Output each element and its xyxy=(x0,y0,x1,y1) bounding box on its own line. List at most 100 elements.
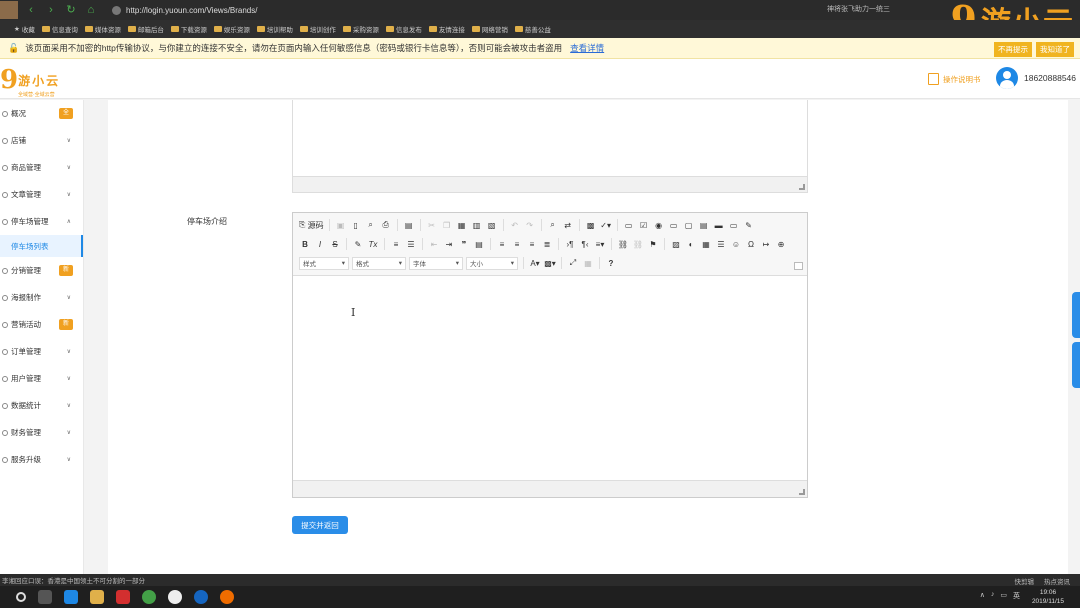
div-container-icon[interactable]: ▤ xyxy=(473,237,485,251)
app-logo[interactable]: 9 游小云 全域营·全域云营 xyxy=(0,67,60,98)
anchor-flag-icon[interactable]: ⚑ xyxy=(647,237,659,251)
sidebar-item-parking[interactable]: 停车场管理 ∧ xyxy=(0,208,83,235)
sidebar-item-marketing[interactable]: 营销活动新 xyxy=(0,311,83,338)
ltr-icon[interactable]: ›¶ xyxy=(564,237,576,251)
bookmark-folder[interactable]: 友情连接 xyxy=(428,24,465,34)
align-left-icon[interactable]: ≡ xyxy=(496,237,508,251)
editor-content-area[interactable]: I xyxy=(293,276,807,481)
paste-word-icon[interactable]: ▧ xyxy=(486,218,498,232)
dont-show-again-button[interactable]: 不再提示 xyxy=(994,42,1032,57)
network-icon[interactable]: ▭ xyxy=(1000,591,1007,601)
bookmark-folder[interactable]: 培训帮助 xyxy=(256,24,293,34)
floating-service-tab[interactable] xyxy=(1072,292,1080,338)
manual-link[interactable]: 操作说明书 xyxy=(928,73,981,85)
bookmark-folder[interactable]: 信息查询 xyxy=(41,24,78,34)
bookmark-folder[interactable]: 网络营销 xyxy=(471,24,508,34)
bookmark-folder[interactable]: 邮箱后台 xyxy=(127,24,164,34)
edge-browser-icon[interactable] xyxy=(64,590,78,604)
sidebar-item-products[interactable]: 商品管理 ∨ xyxy=(0,154,83,181)
template-icon[interactable]: ▤ xyxy=(403,218,415,232)
blockquote-icon[interactable]: ❞ xyxy=(458,237,470,251)
refresh-icon[interactable]: ↻ xyxy=(64,3,78,17)
language-icon[interactable]: ≡▾ xyxy=(594,237,606,251)
smiley-icon[interactable]: ☺ xyxy=(730,237,742,251)
maximize-icon[interactable]: ⤢ xyxy=(567,256,579,270)
user-menu[interactable]: 18620888546 xyxy=(996,67,1076,89)
sidebar-item-orders[interactable]: 订单管理 ∨ xyxy=(0,338,83,365)
news-ticker[interactable]: 神将张飞助力一统三 xyxy=(827,4,890,14)
sidebar-item-articles[interactable]: 文章管理 ∨ xyxy=(0,181,83,208)
show-blocks-icon[interactable]: ▦ xyxy=(582,256,594,270)
bookmark-folder[interactable]: 慈善公益 xyxy=(514,24,551,34)
new-page-icon[interactable]: ▯ xyxy=(350,218,362,232)
home-icon[interactable]: ⌂ xyxy=(84,3,98,17)
tray-up-icon[interactable]: ∧ xyxy=(980,591,985,601)
size-select[interactable]: 大小 ▾ xyxy=(466,256,518,270)
browser-profile-avatar[interactable] xyxy=(0,1,18,19)
task-view-icon[interactable] xyxy=(38,590,52,604)
save-icon[interactable]: ▣ xyxy=(335,218,347,232)
unlink-icon[interactable]: ⛓ xyxy=(632,237,644,251)
sidebar-item-store[interactable]: 店铺 ∨ xyxy=(0,127,83,154)
text-color-icon[interactable]: A▾ xyxy=(529,256,541,270)
bookmark-folder[interactable]: 采购资源 xyxy=(342,24,379,34)
preview-icon[interactable]: ⌕ xyxy=(365,218,377,232)
align-center-icon[interactable]: ≡ xyxy=(511,237,523,251)
form-icon[interactable]: ▭ xyxy=(623,218,635,232)
settings-app-icon[interactable] xyxy=(194,590,208,604)
textfield-icon[interactable]: ▭ xyxy=(668,218,680,232)
back-icon[interactable]: ‹ xyxy=(24,3,38,17)
select-field-icon[interactable]: ▤ xyxy=(698,218,710,232)
undo-icon[interactable]: ↶ xyxy=(509,218,521,232)
source-button[interactable]: ⎘ 源码 xyxy=(299,218,324,232)
bookmark-folder[interactable]: 信息发布 xyxy=(385,24,422,34)
floating-feedback-tab[interactable] xyxy=(1072,342,1080,388)
textarea-icon[interactable]: ▢ xyxy=(683,218,695,232)
hot-news-link[interactable]: 热点资讯 xyxy=(1044,576,1070,586)
wechat-icon[interactable] xyxy=(168,590,182,604)
bulleted-list-icon[interactable]: ☰ xyxy=(405,237,417,251)
page-break-icon[interactable]: ↦ xyxy=(760,237,772,251)
sidebar-item-poster[interactable]: 海报制作 ∨ xyxy=(0,284,83,311)
select-all-icon[interactable]: ▩ xyxy=(585,218,597,232)
bookmark-folder[interactable]: 培训创作 xyxy=(299,24,336,34)
ime-language[interactable]: 英 xyxy=(1013,591,1020,601)
sidebar-item-finance[interactable]: 财务管理 ∨ xyxy=(0,419,83,446)
sidebar-item-overview[interactable]: 概况全 xyxy=(0,100,83,127)
italic-icon[interactable]: I xyxy=(314,237,326,251)
special-char-icon[interactable]: Ω xyxy=(745,237,757,251)
replace-icon[interactable]: ⇄ xyxy=(562,218,574,232)
help-icon[interactable]: ? xyxy=(605,256,617,270)
align-justify-icon[interactable]: ≣ xyxy=(541,237,553,251)
got-it-button[interactable]: 我知道了 xyxy=(1036,42,1074,57)
print-icon[interactable]: ⎙ xyxy=(380,218,392,232)
bold-icon[interactable]: B xyxy=(299,237,311,251)
hidden-field-icon[interactable]: ✎ xyxy=(743,218,755,232)
sidebar-item-statistics[interactable]: 数据统计 ∨ xyxy=(0,392,83,419)
font-select[interactable]: 字体 ▾ xyxy=(409,256,463,270)
flash-icon[interactable]: ◐ xyxy=(685,237,697,251)
forward-icon[interactable]: › xyxy=(44,3,58,17)
iframe-globe-icon[interactable]: ⊕ xyxy=(775,237,787,251)
spellcheck-icon[interactable]: ✓▾ xyxy=(600,218,612,232)
search-circle-icon[interactable] xyxy=(16,592,26,602)
paste-text-icon[interactable]: ▥ xyxy=(471,218,483,232)
bookmark-folder[interactable]: 媒体资源 xyxy=(84,24,121,34)
align-right-icon[interactable]: ≡ xyxy=(526,237,538,251)
file-explorer-icon[interactable] xyxy=(90,590,104,604)
url-text[interactable]: http://login.yuoun.com/Views/Brands/ xyxy=(126,6,257,15)
taskbar-clock[interactable]: 19:06 2019/11/15 xyxy=(1032,588,1064,606)
firefox-icon[interactable] xyxy=(220,590,234,604)
rich-text-editor-previous[interactable] xyxy=(292,100,808,193)
news-headline[interactable]: 李湘回应口误：香港是中国领土不可分割的一部分 xyxy=(2,575,145,585)
link-icon[interactable]: ⛓ xyxy=(617,237,629,251)
style-select[interactable]: 样式 ▾ xyxy=(299,256,349,270)
redo-icon[interactable]: ↷ xyxy=(524,218,536,232)
copy-format-icon[interactable]: ✎ xyxy=(352,237,364,251)
horizontal-rule-icon[interactable]: ☰ xyxy=(715,237,727,251)
sidebar-subitem-parking-list[interactable]: 停车场列表 xyxy=(0,235,83,257)
image-button-icon[interactable]: ▭ xyxy=(728,218,740,232)
bookmark-folder[interactable]: 娱乐资源 xyxy=(213,24,250,34)
sidebar-item-users[interactable]: 用户管理 ∨ xyxy=(0,365,83,392)
bookmark-favorites[interactable]: ★ 收藏 xyxy=(14,24,35,34)
